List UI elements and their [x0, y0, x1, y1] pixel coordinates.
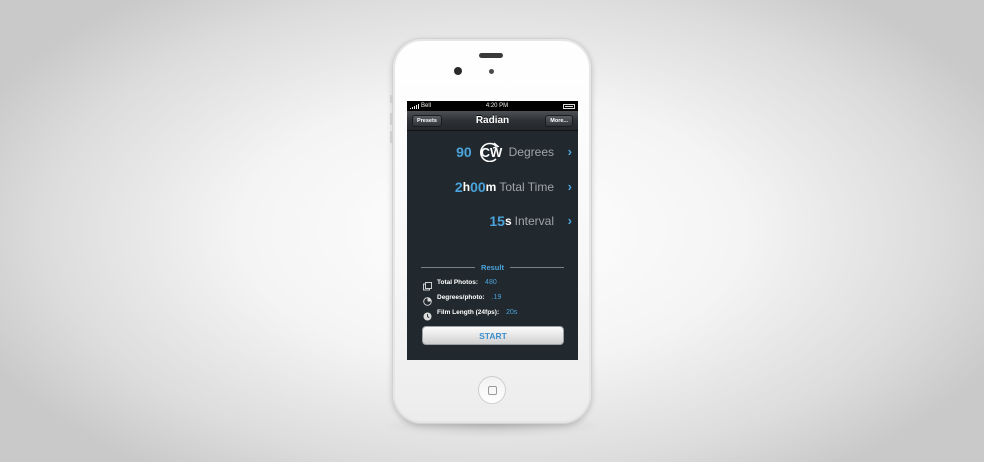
result-value: 480 [485, 278, 497, 286]
direction-label: CW [480, 145, 503, 160]
rotation-direction-icon[interactable]: CW [476, 142, 506, 162]
signal-icon [410, 103, 419, 109]
more-button[interactable]: More... [545, 115, 573, 127]
proximity-sensor [489, 69, 494, 74]
interval-unit: s [504, 214, 512, 228]
volume-up-button [390, 113, 393, 125]
iphone-device: Bell 4:20 PM Presets Radian More... 90 C… [390, 38, 592, 424]
result-title: Result [481, 262, 504, 272]
total-time-row[interactable]: 2 h 00 m Total Time › [407, 176, 578, 198]
status-bar: Bell 4:20 PM [407, 101, 578, 111]
degrees-row[interactable]: 90 CW Degrees › [407, 141, 578, 163]
interval-value: 15 [489, 213, 505, 229]
total-time-label: Total Time [499, 180, 554, 194]
mute-switch [390, 95, 393, 103]
home-button[interactable] [478, 376, 506, 404]
minutes-value: 00 [470, 179, 486, 195]
navigation-bar: Presets Radian More... [407, 111, 578, 131]
start-button[interactable]: START [422, 326, 564, 345]
minutes-unit: m [485, 180, 497, 194]
result-label: Total Photos: [437, 278, 479, 286]
chevron-right-icon: › [567, 213, 572, 228]
result-header: Result [421, 262, 565, 272]
angle-icon [423, 293, 432, 306]
photos-icon [423, 278, 432, 290]
earpiece-speaker [479, 53, 503, 58]
divider [509, 266, 565, 268]
status-time: 4:20 PM [485, 103, 509, 109]
clock-icon [423, 308, 432, 320]
carrier-name: Bell [421, 103, 432, 109]
volume-down-button [390, 131, 393, 143]
front-camera [454, 67, 462, 75]
interval-label: Interval [514, 214, 554, 228]
result-value: .19 [491, 293, 502, 301]
presets-button[interactable]: Presets [412, 115, 442, 127]
result-value: 20s [506, 308, 518, 316]
interval-row[interactable]: 15 s Interval › [407, 210, 578, 232]
result-label: Film Length (24fps): [437, 308, 500, 316]
app-screen: Bell 4:20 PM Presets Radian More... 90 C… [407, 101, 578, 360]
degrees-label: Degrees [508, 145, 554, 159]
hours-unit: h [462, 180, 471, 194]
home-square-icon [488, 386, 497, 395]
degrees-value: 90 [456, 144, 472, 160]
nav-title: Radian [475, 115, 510, 126]
chevron-right-icon: › [567, 179, 572, 194]
battery-icon [563, 103, 575, 109]
divider [421, 266, 476, 268]
result-row-degrees-photo: Degrees/photo: .19 [423, 292, 502, 306]
result-row-total-photos: Total Photos: 480 [423, 277, 497, 290]
result-label: Degrees/photo: [437, 293, 485, 301]
result-row-film-length: Film Length (24fps): 20s [423, 307, 518, 320]
hours-value: 2 [454, 179, 463, 195]
chevron-right-icon: › [567, 144, 572, 159]
